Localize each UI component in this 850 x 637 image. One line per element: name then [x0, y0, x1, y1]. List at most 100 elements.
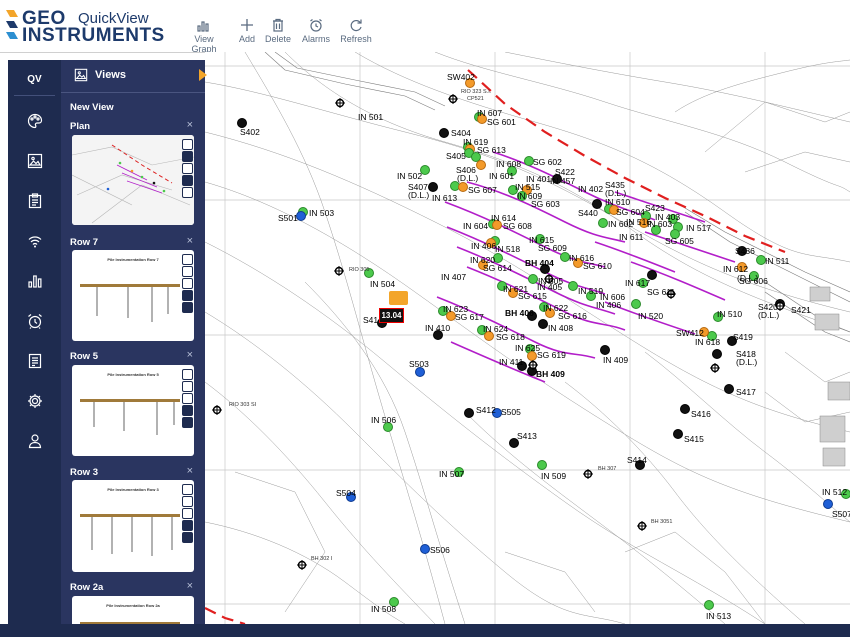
instrument-label[interactable]: SG 611	[647, 288, 675, 297]
instrument-label[interactable]: IN 410	[425, 324, 450, 333]
instrument-label[interactable]: IN 601	[489, 172, 514, 181]
instrument-marker[interactable]	[598, 218, 608, 228]
instrument-label[interactable]: SG 614	[483, 264, 512, 273]
thumb-text-icon[interactable]	[182, 302, 193, 313]
instrument-marker[interactable]	[420, 544, 430, 554]
instrument-label[interactable]: S419	[733, 333, 753, 342]
thumb-fit-icon[interactable]	[182, 175, 193, 186]
instrument-marker[interactable]	[464, 408, 474, 418]
instrument-label[interactable]: IN 512	[822, 488, 847, 497]
instrument-marker[interactable]	[704, 600, 714, 610]
instrument-label[interactable]: IN 510	[717, 310, 742, 319]
instrument-marker[interactable]	[680, 404, 690, 414]
instrument-label[interactable]: IN 511	[765, 257, 789, 266]
rail-qv[interactable]: QV	[8, 62, 61, 96]
instrument-label[interactable]: S41	[363, 316, 378, 325]
instrument-marker[interactable]	[673, 429, 683, 439]
instrument-label[interactable]: IN 402	[578, 185, 603, 194]
site-map[interactable]: SW402 IN 501 S402 IN 607 SG 601 S404 IN 619 SG …	[205, 52, 850, 624]
instrument-label[interactable]: RIO 303 SI	[229, 401, 256, 410]
instrument-label[interactable]: (D.L.)	[758, 311, 779, 320]
refresh-button[interactable]: Refresh	[340, 18, 372, 48]
instrument-label[interactable]: IN 509	[541, 472, 566, 481]
view-row7-thumbnail[interactable]: Pile Instrumentation Row 7	[72, 250, 194, 341]
instrument-marker[interactable]	[537, 460, 547, 470]
instrument-label[interactable]: CP521	[467, 95, 484, 104]
thumb-fit-icon[interactable]	[182, 520, 193, 531]
instrument-label[interactable]: IN 503	[309, 209, 334, 218]
geo-instruments-logo[interactable]: GEO QuickView INSTRUMENTS	[6, 6, 186, 46]
instrument-label[interactable]: IN 411	[499, 358, 523, 367]
instrument-label[interactable]: BH 307	[598, 465, 616, 474]
instrument-label[interactable]: SG 602	[533, 158, 562, 167]
thumb-fit-icon[interactable]	[182, 290, 193, 301]
thumb-up-icon[interactable]	[182, 139, 193, 150]
instrument-label[interactable]: BH 302 I	[311, 555, 332, 564]
rail-graphs[interactable]	[8, 264, 61, 298]
instrument-label[interactable]: S505	[501, 408, 521, 417]
instrument-label[interactable]: IN 504	[370, 280, 395, 289]
borehole-crosshair-icon[interactable]	[528, 357, 538, 370]
view-plan-close-icon[interactable]: ×	[187, 119, 193, 131]
instrument-label[interactable]: S405	[446, 152, 466, 161]
thumb-edit-icon[interactable]	[182, 508, 193, 519]
thumb-edit-icon[interactable]	[182, 393, 193, 404]
rail-user[interactable]	[8, 424, 61, 458]
instrument-label[interactable]: S503	[409, 360, 429, 369]
instrument-label[interactable]: IN 618	[695, 338, 720, 347]
instrument-label[interactable]: SG 617	[455, 313, 484, 322]
instrument-label[interactable]: IN 502	[397, 172, 422, 181]
instrument-label[interactable]: S504	[336, 489, 356, 498]
instrument-label[interactable]: SG 607	[468, 186, 497, 195]
rail-settings[interactable]	[8, 384, 61, 418]
instrument-label[interactable]: S507	[832, 510, 850, 519]
instrument-label[interactable]: RIO 305	[349, 266, 369, 275]
thumb-up-icon[interactable]	[182, 484, 193, 495]
rail-alarms[interactable]	[8, 304, 61, 338]
instrument-label[interactable]: IN 508	[371, 605, 396, 614]
rail-views[interactable]	[8, 144, 61, 178]
instrument-marker[interactable]	[724, 384, 734, 394]
alarm-warning-icon[interactable]	[389, 291, 408, 305]
view-row3-thumbnail[interactable]: Pile Instrumentation Row 3	[72, 480, 194, 572]
instrument-label[interactable]: IN 518	[495, 245, 520, 254]
borehole-crosshair-icon[interactable]	[297, 557, 307, 570]
instrument-marker[interactable]	[439, 128, 449, 138]
instrument-label[interactable]: S436	[735, 247, 755, 256]
instrument-label[interactable]: SG 615	[518, 292, 547, 301]
instrument-label[interactable]: BH 404	[525, 259, 554, 268]
instrument-label[interactable]: S414	[627, 456, 647, 465]
view-graph-button[interactable]: View Graph	[182, 18, 226, 54]
instrument-label[interactable]: SW402	[447, 73, 475, 82]
thumb-down-icon[interactable]	[182, 381, 193, 392]
instrument-label[interactable]: IN 604	[463, 222, 488, 231]
instrument-label[interactable]: IN 407	[441, 273, 466, 282]
thumb-text-icon[interactable]	[182, 417, 193, 428]
add-button[interactable]: Add	[236, 18, 258, 48]
instrument-label[interactable]: IN 501	[358, 113, 383, 122]
instrument-label[interactable]: S416	[691, 410, 711, 419]
instrument-label[interactable]: SG 613	[477, 146, 506, 155]
instrument-marker[interactable]	[568, 281, 578, 291]
instrument-label[interactable]: IN 406	[596, 301, 621, 310]
instrument-marker[interactable]	[476, 160, 486, 170]
instrument-label[interactable]: S421	[791, 306, 811, 315]
borehole-crosshair-icon[interactable]	[334, 263, 344, 276]
borehole-crosshair-icon[interactable]	[335, 95, 345, 108]
instrument-label[interactable]: IN 409	[603, 356, 628, 365]
instrument-marker[interactable]	[458, 182, 468, 192]
instrument-label[interactable]: SG 603	[531, 200, 560, 209]
thumb-down-icon[interactable]	[182, 151, 193, 162]
instrument-label[interactable]: SG 605	[665, 237, 694, 246]
instrument-label[interactable]: SG 601	[487, 118, 516, 127]
rail-documents[interactable]	[8, 344, 61, 378]
instrument-marker[interactable]	[823, 499, 833, 509]
instrument-label[interactable]: S412	[476, 406, 496, 415]
thumb-fit-icon[interactable]	[182, 405, 193, 416]
view-row5-thumbnail[interactable]: Pile Instrumentation Row 5	[72, 365, 194, 456]
instrument-label[interactable]: S415	[684, 435, 704, 444]
instrument-marker[interactable]	[712, 349, 722, 359]
instrument-label[interactable]: IN 610	[605, 198, 630, 207]
instrument-label[interactable]: S413	[517, 432, 537, 441]
view-row3-close-icon[interactable]: ×	[187, 465, 193, 477]
